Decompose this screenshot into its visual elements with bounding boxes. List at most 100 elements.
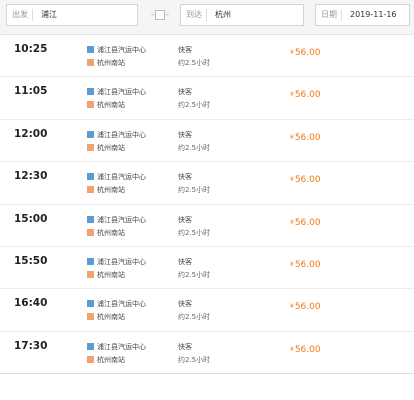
departure-station-name: 浦江县汽运中心 [97,257,146,266]
currency-symbol: ¥ [290,91,294,99]
departure-station: 浦江县汽运中心 [87,299,146,309]
arrival-station: 杭州南站 [87,355,125,365]
departure-station-name: 浦江县汽运中心 [97,173,146,182]
bus-type: 快客 [178,300,192,309]
arrival-station: 杭州南站 [87,143,125,153]
ticket-price: ¥56.00 [290,133,321,143]
arrival-station: 杭州南站 [87,228,125,238]
currency-symbol: ¥ [290,260,294,268]
currency-symbol: ¥ [290,49,294,56]
trip-duration: 约2.5小时 [178,186,211,195]
arrival-station: 杭州南站 [87,58,125,68]
schedule-row[interactable]: 15:00 浦江县汽运中心杭州南站 快客约2.5小时 ¥56.00 [0,205,414,247]
arrival-station: 杭州南站 [87,185,125,195]
start-station-icon [87,342,94,350]
departure-time: 12:30 [14,170,48,183]
end-station-icon [87,143,94,151]
currency-symbol: ¥ [290,176,294,184]
currency-symbol: ¥ [290,303,294,311]
schedule-row[interactable]: 12:00 浦江县汽运中心 杭州南站 快客约2.5小时 ¥56.00 [0,120,414,163]
trip-duration: 约2.5小时 [178,228,211,237]
start-station-icon [87,130,94,138]
price-value: 56.00 [294,259,321,270]
price-value: 56.00 [294,132,321,143]
start-station-icon [87,46,94,53]
departure-station-name: 浦江县汽运中心 [97,215,146,224]
from-label: 出发 [12,10,28,19]
start-station-icon [87,88,94,96]
trip-duration: 约2.5小时 [178,355,211,364]
start-station-icon [87,215,94,223]
departure-time: 11:05 [14,85,48,98]
price-value: 56.00 [294,302,321,313]
swap-right-dash: – [165,10,169,19]
departure-time: 16:40 [14,297,48,310]
arrival-station: 杭州南站 [87,312,125,322]
trip-duration: 约2.5小时 [178,270,211,279]
schedule-row[interactable]: 17:30 浦江县汽运中心 杭州南站 快客 约2.5小时 ¥56.00 [0,332,414,375]
arrival-station-name: 杭州南站 [97,59,125,67]
end-station-icon [87,101,94,109]
to-label: 到达 [186,10,202,19]
currency-symbol: ¥ [290,133,294,141]
date-label: 日期 [321,10,337,19]
ticket-price: ¥56.00 [290,175,321,185]
date-field[interactable]: 日期 2019-11-16 [315,4,410,26]
price-value: 56.00 [294,344,321,355]
departure-station: 浦江县汽运中心 [87,215,146,225]
departure-station: 浦江县汽运中心 [87,87,146,97]
arrival-station: 杭州南站 [87,270,125,280]
departure-time: 10:25 [14,43,48,55]
price-value: 56.00 [294,217,321,228]
schedule-row[interactable]: 16:40 浦江县汽运中心 杭州南站 快客约2.5小时 ¥56.00 [0,289,414,332]
ticket-price: ¥56.00 [290,302,321,312]
bus-type: 快客 [178,88,192,97]
arrival-station-name: 杭州南站 [97,186,125,195]
arrival-station-name: 杭州南站 [97,355,125,364]
from-field[interactable]: 出发 浦江 [6,4,138,26]
schedule-list: 10:25 浦江县汽运中心 杭州南站 快客 约2.5小时 ¥56.00 11:05 浦江县汽运… [0,35,414,375]
arrival-station-name: 杭州南站 [97,313,125,322]
arrival-station-name: 杭州南站 [97,143,125,152]
trip-duration: 约2.5小时 [178,313,211,322]
departure-time: 15:00 [14,212,48,225]
ticket-price: ¥56.00 [290,260,321,270]
ticket-price: ¥56.00 [290,48,321,58]
trip-duration: 约2.5小时 [178,101,211,110]
end-station-icon [87,355,94,363]
end-station-icon [87,186,94,194]
schedule-row[interactable]: 11:05 浦江县汽运中心 杭州南站 快客约2.5小时 ¥56.00 [0,77,414,120]
ticket-price: ¥56.00 [290,218,321,228]
departure-time: 15:50 [14,254,48,267]
start-station-icon [87,300,94,308]
arrival-station: 杭州南站 [87,100,125,110]
currency-symbol: ¥ [290,218,294,226]
departure-station-name: 浦江县汽运中心 [97,342,146,351]
date-value: 2019-11-16 [350,10,397,19]
price-value: 56.00 [294,175,321,186]
schedule-row[interactable]: 10:25 浦江县汽运中心 杭州南站 快客 约2.5小时 ¥56.00 [0,35,414,78]
swap-icon [155,9,165,20]
trip-duration: 约2.5小时 [178,143,211,152]
to-value: 杭州 [215,10,231,19]
bus-type: 快客 [178,46,192,54]
price-value: 56.00 [294,48,321,58]
departure-station: 浦江县汽运中心 [87,130,146,140]
start-station-icon [87,257,94,265]
schedule-row[interactable]: 15:50 浦江县汽运中心 杭州南站 快客 约2.5小时 ¥56.00 [0,247,414,290]
departure-station: 浦江县汽运中心 [87,172,146,182]
end-station-icon [87,228,94,236]
bus-type: 快客 [178,215,192,224]
bus-type: 快客 [178,130,192,139]
schedule-row[interactable]: 12:30 浦江县汽运中心 杭州南站 快客 约2.5小时 ¥56.00 [0,162,414,205]
departure-time: 12:00 [14,127,48,140]
start-station-icon [87,173,94,181]
search-bar: 出发 浦江 – – 到达 杭州 日期 2019-11-16 [0,0,414,35]
departure-station-name: 浦江县汽运中心 [97,300,146,309]
from-value: 浦江 [41,10,57,19]
end-station-icon [87,59,94,66]
to-field[interactable]: 到达 杭州 [180,4,304,26]
ticket-price: ¥56.00 [290,90,321,100]
departure-station-name: 浦江县汽运中心 [97,130,146,139]
swap-button[interactable]: – – [150,9,170,21]
